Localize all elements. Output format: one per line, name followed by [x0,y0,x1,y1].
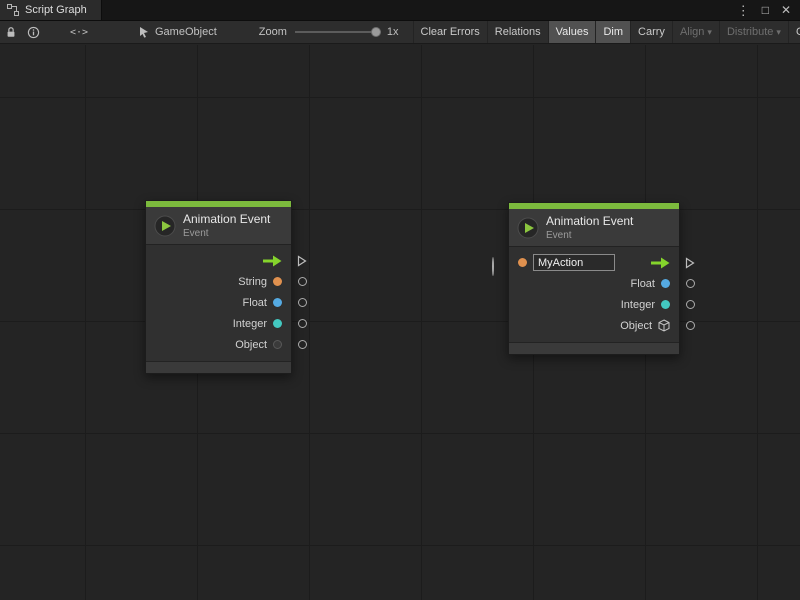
float-output-port[interactable] [685,279,695,289]
output-row-integer: Integer [509,294,679,315]
node-titles: Animation Event Event [546,214,633,241]
align-dropdown[interactable]: Align ▾ [672,21,719,43]
toolbar-buttons: Clear Errors Relations Values Dim Carry … [413,21,800,43]
flow-output-row [146,250,291,271]
chevron-down-icon: ▾ [776,27,781,38]
integer-output-port[interactable] [297,319,307,329]
gameobject-context-button[interactable]: GameObject [138,21,217,43]
node-animation-event-2[interactable]: Animation Event Event [508,202,680,355]
port-label: Integer [233,318,267,330]
lock-button[interactable] [0,21,22,43]
values-toggle[interactable]: Values [548,21,596,43]
node-animation-event-1[interactable]: Animation Event Event [145,200,292,374]
zoom-slider[interactable] [295,31,381,33]
info-button[interactable] [22,21,44,43]
action-input-port[interactable] [492,258,502,268]
action-name-field[interactable] [533,254,615,271]
object-cube-icon [658,319,670,332]
port-label: Float [631,278,655,290]
output-row-float: Float [509,273,679,294]
maximize-icon[interactable]: □ [762,4,769,16]
chevron-down-icon: ▾ [707,27,712,38]
flow-output-port[interactable] [297,256,307,266]
node-footer [509,342,679,354]
output-row-object: Object [146,334,291,355]
node-footer [146,361,291,373]
node-titles: Animation Event Event [183,212,270,239]
node-subtitle: Event [546,230,633,241]
distribute-dropdown[interactable]: Distribute ▾ [719,21,788,43]
node-header[interactable]: Animation Event Event [146,207,291,245]
object-output-port[interactable] [685,321,695,331]
lock-icon [5,26,17,38]
titlebar: Script Graph ⋮ □ ✕ [0,0,800,21]
window-controls: ⋮ □ ✕ [737,0,800,20]
float-output-port[interactable] [297,298,307,308]
port-label: Float [243,297,267,309]
node-body: String Float Integer Object [146,245,291,361]
script-graph-window: Script Graph ⋮ □ ✕ <·> [0,0,800,600]
string-output-port[interactable] [297,277,307,287]
event-play-icon [154,215,176,237]
overview-button[interactable]: Overv [788,21,800,43]
close-icon[interactable]: ✕ [781,4,791,16]
node-subtitle: Event [183,228,270,239]
float-type-dot [661,279,670,288]
graph-canvas[interactable]: Animation Event Event [0,45,800,600]
code-view-button[interactable]: <·> [68,21,90,43]
object-type-dot [273,340,282,349]
flow-arrow-icon [650,257,670,269]
output-row-string: String [146,271,291,292]
zoom-label: Zoom [259,21,287,43]
float-type-dot [273,298,282,307]
gameobject-icon [138,26,150,38]
info-icon [27,26,40,39]
port-label: Object [235,339,267,351]
dim-toggle[interactable]: Dim [595,21,630,43]
node-title: Animation Event [183,212,270,226]
event-play-icon [517,217,539,239]
flow-output-port[interactable] [685,258,695,268]
node-body: Float Integer Object [509,247,679,342]
output-row-float: Float [146,292,291,313]
clear-errors-button[interactable]: Clear Errors [413,21,487,43]
graph-icon [7,4,19,16]
integer-output-port[interactable] [685,300,695,310]
tab-label: Script Graph [25,4,87,16]
relations-button[interactable]: Relations [487,21,548,43]
zoom-value: 1x [387,21,399,43]
carry-toggle[interactable]: Carry [630,21,672,43]
code-icon: <·> [70,27,88,38]
port-label: Integer [621,299,655,311]
string-type-dot [518,258,527,267]
zoom-slider-handle[interactable] [371,27,381,37]
port-label: String [238,276,267,288]
flow-arrow-icon [262,255,282,267]
action-name-row [509,252,679,273]
tab-script-graph[interactable]: Script Graph [0,0,102,20]
output-row-object: Object [509,315,679,336]
integer-type-dot [273,319,282,328]
node-title: Animation Event [546,214,633,228]
node-header[interactable]: Animation Event Event [509,209,679,247]
port-label: Object [620,320,652,332]
object-output-port[interactable] [297,340,307,350]
gameobject-label: GameObject [155,26,217,38]
toolbar: <·> GameObject Zoom 1x Clear Errors Rela… [0,21,800,44]
string-type-dot [273,277,282,286]
window-menu-icon[interactable]: ⋮ [737,4,750,17]
output-row-integer: Integer [146,313,291,334]
integer-type-dot [661,300,670,309]
